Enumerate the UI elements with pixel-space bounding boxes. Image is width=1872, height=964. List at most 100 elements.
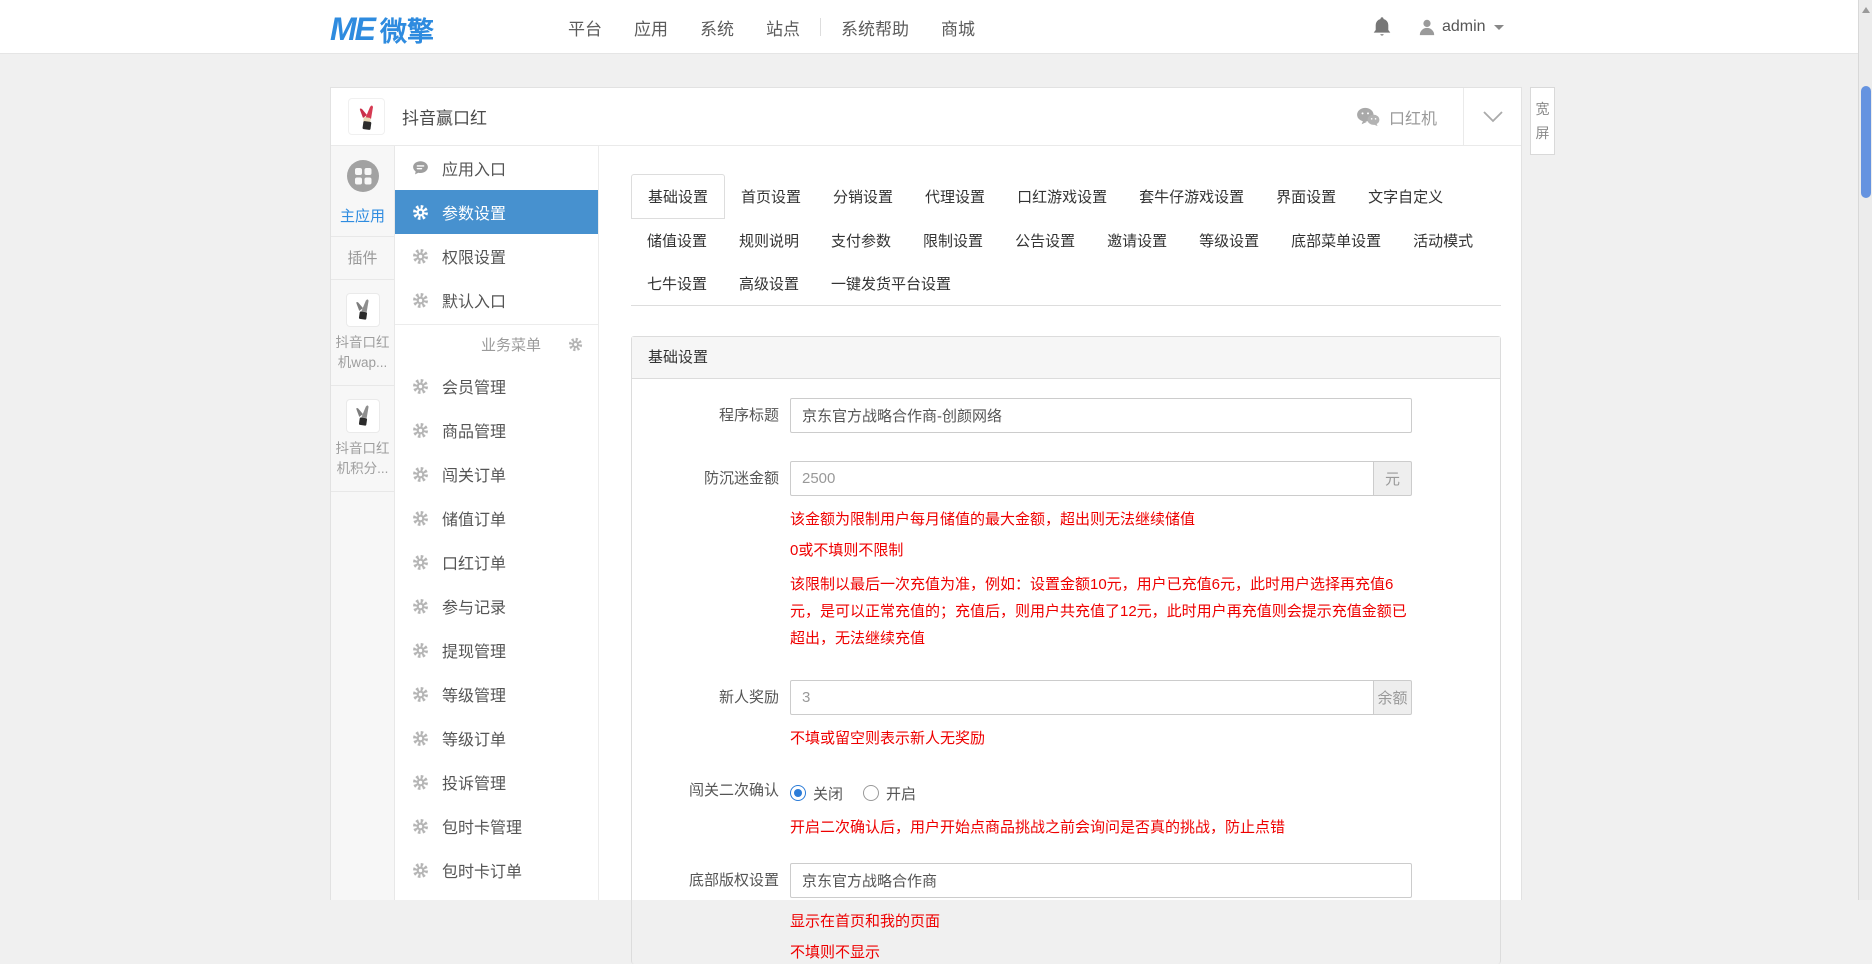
tab-home-settings[interactable]: 首页设置 (725, 175, 817, 218)
menu-item-timecard-manage[interactable]: 包时卡管理 (395, 804, 598, 848)
copyright-input[interactable] (790, 863, 1412, 898)
tab-qiniu-settings[interactable]: 七牛设置 (631, 262, 723, 305)
account-switcher[interactable]: 口红机 (1356, 105, 1463, 129)
menu-item-recharge-orders[interactable]: 储值订单 (395, 496, 598, 540)
help-text: 不填则不显示 (790, 944, 881, 961)
bell-icon[interactable] (1372, 16, 1392, 38)
plugin-item-points[interactable]: 抖音口红机积分... (331, 386, 394, 492)
scroll-up-arrow-icon[interactable] (1862, 7, 1870, 13)
menu-item-goods-manage[interactable]: 商品管理 (395, 408, 598, 452)
menu-item-member-manage[interactable]: 会员管理 (395, 364, 598, 408)
tab-invite-settings[interactable]: 邀请设置 (1091, 219, 1183, 262)
gear-icon (413, 292, 428, 308)
wechat-icon (1357, 107, 1380, 126)
form-row-second-confirm: 闯关二次确认 关闭 开启 开启二次确认后，用户开始点商品挑战之前会询问是否真的挑… (632, 776, 1500, 839)
help-text: 0或不填则不限制 (790, 542, 904, 559)
radio-label-open[interactable]: 开启 (886, 783, 916, 804)
gear-icon (413, 642, 428, 658)
menu-item-challenge-orders[interactable]: 闯关订单 (395, 452, 598, 496)
app-header: 抖音赢口红 口红机 (331, 87, 1521, 146)
nav-system[interactable]: 系统 (684, 15, 750, 40)
form-row-copyright: 底部版权设置 显示在首页和我的页面 不填则不显示 (632, 863, 1500, 964)
menu-item-label: 口红订单 (442, 556, 507, 573)
username: admin (1442, 18, 1486, 35)
radio-confirm-close[interactable] (790, 785, 806, 801)
tab-text-custom[interactable]: 文字自定义 (1352, 175, 1459, 218)
nav-help[interactable]: 系统帮助 (825, 15, 925, 40)
user-menu[interactable]: admin (1418, 18, 1504, 36)
menu-item-participation-records[interactable]: 参与记录 (395, 584, 598, 628)
tab-level-settings[interactable]: 等级设置 (1183, 219, 1275, 262)
gear-icon (413, 466, 428, 482)
menu-item-label: 提现管理 (442, 644, 507, 661)
menu-item-parameter-settings[interactable]: 参数设置 (395, 190, 598, 234)
lipstick-icon (355, 299, 369, 320)
menu-item-app-entry[interactable]: 应用入口 (395, 146, 598, 190)
nav-platform[interactable]: 平台 (552, 15, 618, 40)
widescreen-toggle[interactable]: 宽屏 (1530, 87, 1555, 155)
top-navbar: ME 微擎 平台 应用 系统 站点 系统帮助 商城 admin (0, 0, 1872, 54)
menu-item-permission-settings[interactable]: 权限设置 (395, 234, 598, 278)
program-title-input[interactable] (790, 398, 1412, 433)
menu-item-label: 包时卡订单 (442, 864, 523, 881)
field-label: 新人奖励 (718, 689, 779, 706)
tab-activity-mode[interactable]: 活动模式 (1397, 219, 1489, 262)
menu-item-withdraw-manage[interactable]: 提现管理 (395, 628, 598, 672)
menu-item-timecard-orders[interactable]: 包时卡订单 (395, 848, 598, 892)
tab-interface-settings[interactable]: 界面设置 (1260, 175, 1352, 218)
tab-payment-params[interactable]: 支付参数 (815, 219, 907, 262)
plugin-tile (345, 293, 380, 327)
form-row-program-title: 程序标题 (632, 398, 1500, 433)
tab-bottom-menu-settings[interactable]: 底部菜单设置 (1275, 219, 1397, 262)
plugin-label: 抖音口红机积分... (335, 441, 390, 476)
weengine-logo[interactable]: ME 微擎 (330, 10, 434, 49)
tab-recharge-settings[interactable]: 储值设置 (631, 219, 723, 262)
nav-site[interactable]: 站点 (750, 15, 816, 40)
menu-item-label: 包时卡管理 (442, 820, 523, 837)
tab-announcement-settings[interactable]: 公告设置 (999, 219, 1091, 262)
tab-advanced-settings[interactable]: 高级设置 (723, 262, 815, 305)
gear-icon (413, 422, 428, 438)
menu-settings-gear-icon[interactable] (568, 337, 583, 352)
account-label: 口红机 (1388, 110, 1437, 128)
menu-item-label: 默认入口 (442, 294, 507, 311)
nav-store[interactable]: 商城 (925, 15, 991, 40)
tab-rules[interactable]: 规则说明 (723, 219, 815, 262)
user-caret-icon (1493, 24, 1504, 30)
menu-item-label: 等级订单 (442, 732, 507, 749)
tab-basic-settings[interactable]: 基础设置 (631, 174, 726, 219)
menu-item-label: 储值订单 (442, 512, 507, 529)
menu-item-label: 闯关订单 (442, 468, 507, 485)
apps-bar: 主应用 插件 抖音口红机wap... 抖音口红机积分... (331, 146, 395, 900)
gear-icon (413, 378, 428, 394)
menu-item-lipstick-orders[interactable]: 口红订单 (395, 540, 598, 584)
page-scrollbar[interactable] (1858, 0, 1872, 900)
gear-icon (413, 818, 428, 834)
gear-icon (413, 204, 428, 220)
menu-item-label: 参数设置 (442, 206, 507, 223)
tab-oneclick-delivery-settings[interactable]: 一键发货平台设置 (815, 262, 967, 305)
plugin-item-wap[interactable]: 抖音口红机wap... (331, 280, 394, 386)
anti-addiction-input[interactable] (790, 461, 1374, 496)
scrollbar-thumb[interactable] (1861, 86, 1871, 198)
menu-item-level-orders[interactable]: 等级订单 (395, 716, 598, 760)
plugins-section-label: 插件 (331, 237, 394, 280)
tab-lipstick-game-settings[interactable]: 口红游戏设置 (1001, 175, 1123, 218)
tab-limit-settings[interactable]: 限制设置 (907, 219, 999, 262)
radio-confirm-open[interactable] (863, 785, 880, 801)
tab-agent-settings[interactable]: 代理设置 (909, 175, 1001, 218)
tab-cowboy-game-settings[interactable]: 套牛仔游戏设置 (1123, 175, 1260, 218)
menu-item-level-manage[interactable]: 等级管理 (395, 672, 598, 716)
nav-apps[interactable]: 应用 (618, 15, 684, 40)
collapse-button[interactable] (1463, 87, 1521, 146)
tab-distribution-settings[interactable]: 分销设置 (817, 175, 909, 218)
chevron-down-icon (1482, 110, 1503, 122)
menu-item-default-entry[interactable]: 默认入口 (395, 278, 598, 322)
menu-item-complaint-manage[interactable]: 投诉管理 (395, 760, 598, 804)
top-nav: 平台 应用 系统 站点 系统帮助 商城 (552, 0, 991, 54)
radio-label-close[interactable]: 关闭 (813, 783, 843, 804)
menu-item-label: 商品管理 (442, 424, 507, 441)
main-app-item[interactable]: 主应用 (331, 146, 394, 237)
newcomer-reward-input[interactable] (790, 680, 1374, 715)
main-app-grid-icon (346, 160, 379, 192)
